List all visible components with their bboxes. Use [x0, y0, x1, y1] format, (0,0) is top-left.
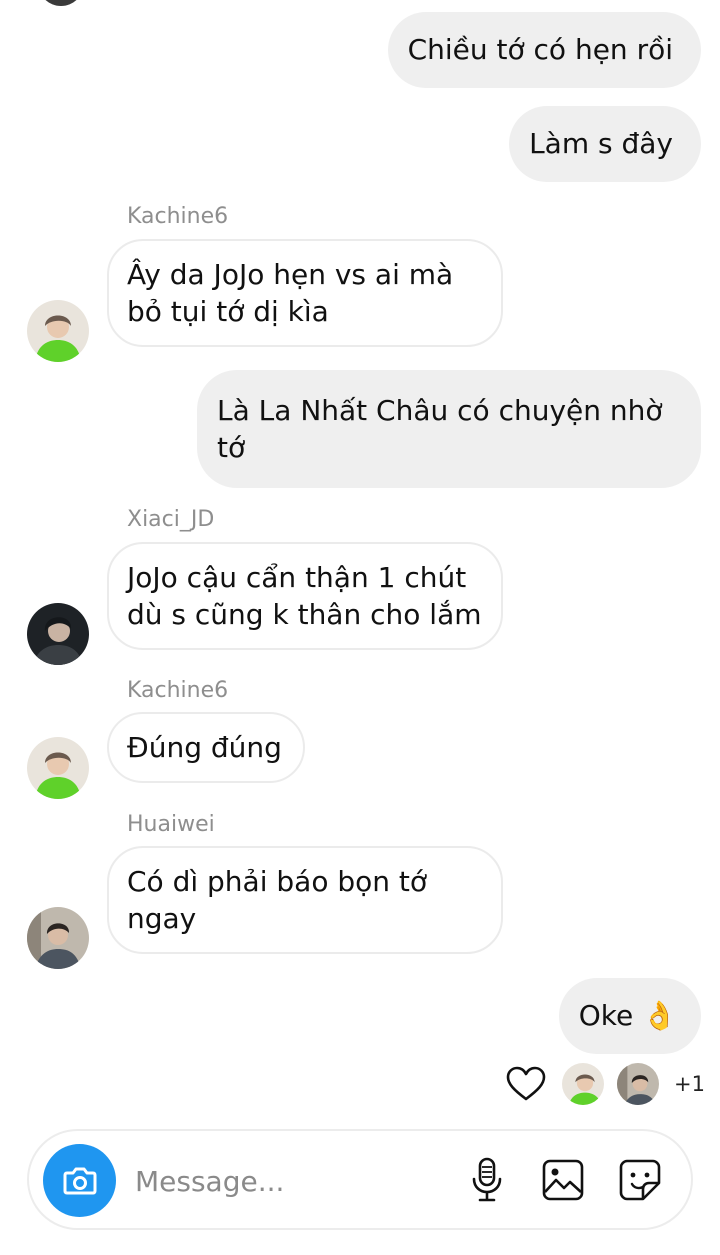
- incoming-message[interactable]: Có dì phải báo bọn tớ ngay: [107, 846, 503, 954]
- outgoing-message[interactable]: Làm s đây: [509, 106, 701, 182]
- outgoing-message[interactable]: Là La Nhất Châu có chuyện nhờ tớ: [197, 370, 701, 488]
- message-line: Đúng đúng: [127, 731, 282, 764]
- microphone-icon[interactable]: [469, 1157, 505, 1207]
- sender-name: Kachine6: [127, 678, 229, 703]
- avatar-partial: [38, 0, 84, 6]
- camera-button[interactable]: [43, 1144, 116, 1217]
- message-input[interactable]: [135, 1161, 455, 1201]
- sender-name: Huaiwei: [127, 812, 215, 837]
- message-line: tớ: [217, 431, 246, 464]
- message-text: Oke 👌: [578, 999, 677, 1032]
- seen-avatar: [560, 1061, 606, 1107]
- avatar[interactable]: [27, 907, 89, 969]
- message-line: bỏ tụi tớ dị kìa: [127, 295, 329, 328]
- message-line: Có dì phải báo bọn tớ: [127, 865, 428, 898]
- sender-name: Kachine6: [127, 204, 229, 229]
- seen-avatar: [615, 1061, 661, 1107]
- avatar[interactable]: [27, 603, 89, 665]
- camera-icon: [63, 1167, 96, 1194]
- incoming-message[interactable]: Ây da JoJo hẹn vs ai mà bỏ tụi tớ dị kìa: [107, 239, 503, 347]
- message-text: Làm s đây: [529, 127, 673, 160]
- message-text: Chiều tớ có hẹn rồi: [407, 33, 673, 66]
- message-line: JoJo cậu cẩn thận 1 chút: [127, 561, 467, 594]
- message-composer: [27, 1129, 693, 1230]
- message-line: Ây da JoJo hẹn vs ai mà: [127, 258, 454, 291]
- avatar[interactable]: [27, 737, 89, 799]
- outgoing-message[interactable]: Chiều tớ có hẹn rồi: [387, 12, 701, 88]
- seen-extra-count: +1: [674, 1072, 705, 1096]
- sticker-icon[interactable]: [619, 1159, 661, 1205]
- outgoing-message[interactable]: Oke 👌: [558, 978, 701, 1054]
- image-gallery-icon[interactable]: [542, 1159, 584, 1205]
- chat-thread: Chiều tớ có hẹn rồi Làm s đây Kachine6 Â…: [0, 0, 720, 1255]
- incoming-message[interactable]: JoJo cậu cẩn thận 1 chút dù s cũng k thâ…: [107, 542, 503, 650]
- message-line: ngay: [127, 902, 197, 935]
- incoming-message[interactable]: Đúng đúng: [107, 712, 305, 783]
- sender-name: Xiaci_JD: [127, 507, 215, 532]
- message-line: dù s cũng k thân cho lắm: [127, 598, 482, 631]
- avatar[interactable]: [27, 300, 89, 362]
- heart-outline-icon[interactable]: [506, 1066, 546, 1106]
- message-line: Là La Nhất Châu có chuyện nhờ: [217, 394, 663, 427]
